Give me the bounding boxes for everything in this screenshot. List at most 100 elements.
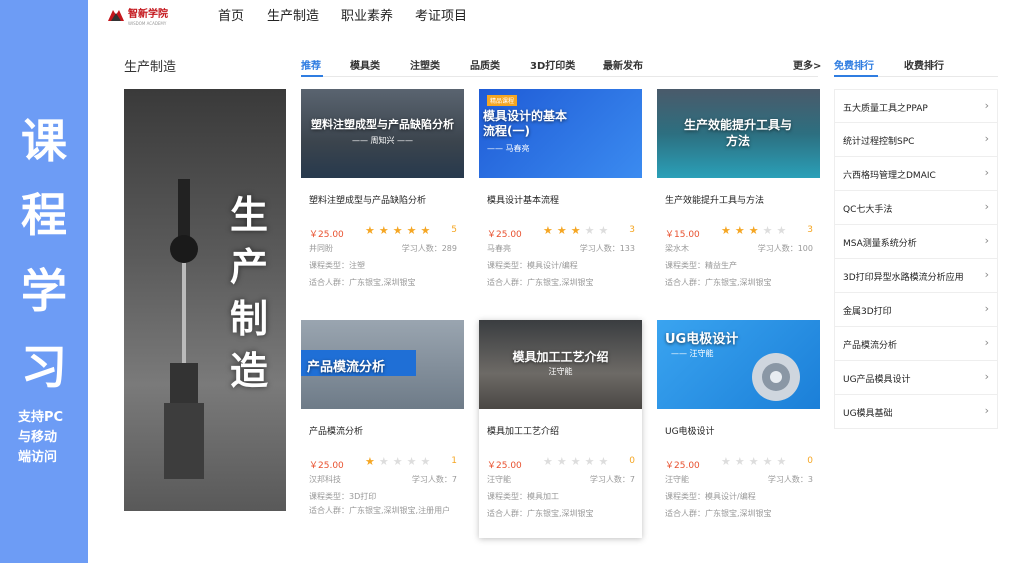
tab-quality[interactable]: 品质类 (470, 57, 500, 72)
course-thumbnail: 模具加工工艺介绍 汪守能 (479, 320, 642, 409)
course-thumbnail: 产品模流分析 (301, 320, 464, 409)
course-type: 课程类型：模具设计/编程 (487, 261, 578, 270)
nav-home[interactable]: 首页 (218, 5, 244, 24)
ranking-item[interactable]: 五大质量工具之PPAP › (834, 89, 998, 123)
teacher-name: 汪守能 (665, 475, 689, 484)
rating-value: 0 (629, 456, 635, 466)
active-rank-indicator (834, 75, 878, 77)
course-type: 课程类型：精益生产 (665, 261, 737, 270)
tab-free-ranking[interactable]: 免费排行 (834, 57, 874, 72)
course-price: ￥15.00 (665, 230, 700, 240)
hero-banner[interactable]: 生 产 制 造 (124, 89, 286, 511)
banner-char: 习 (21, 340, 67, 394)
star-rating: ★★★★★ (721, 224, 791, 237)
ranking-item[interactable]: 3D打印异型水路模流分析应用 › (834, 259, 998, 293)
course-type: 课程类型：模具设计/编程 (665, 492, 756, 501)
course-thumbnail: UG电极设计 —— 汪守能 (657, 320, 820, 409)
course-price: ￥25.00 (487, 461, 522, 471)
course-price: ￥25.00 (487, 230, 522, 240)
hero-text: 生 产 制 造 (229, 193, 268, 393)
teacher-name: 汉邦科技 (309, 475, 341, 484)
nav-certification[interactable]: 考证项目 (415, 5, 467, 24)
star-rating: ★★★★★ (543, 224, 613, 237)
course-name: 模具加工工艺介绍 (487, 427, 560, 437)
ranking-item[interactable]: 统计过程控制SPC › (834, 123, 998, 157)
top-nav: 智新学院 WISDOM ACADEMY 首页 生产制造 职业素养 考证项目 (88, 0, 1024, 30)
course-card[interactable]: UG电极设计 —— 汪守能 UG电极设计 ￥25.00 ★★★★★ 0 汪守能 … (657, 320, 820, 538)
teacher-name: 梁水木 (665, 244, 689, 253)
banner-char: 程 (21, 188, 67, 242)
rating-value: 1 (451, 456, 457, 466)
main-panel: 生产制造 推荐 模具类 注塑类 品质类 3D打印类 最新发布 更多> 免费排行 … (88, 30, 1024, 563)
tab-latest[interactable]: 最新发布 (603, 57, 643, 72)
audience: 适合人群：广东银宝,深圳银宝,注册用户 (309, 506, 451, 515)
course-name: 产品模流分析 (309, 427, 364, 437)
banner-char: 学 (21, 264, 67, 318)
logo-subtext: WISDOM ACADEMY (128, 21, 167, 26)
learner-count: 学习人数：133 (579, 244, 635, 253)
star-rating: ★★★★★ (365, 455, 435, 468)
course-thumbnail: 生产效能提升工具与方法 (657, 89, 820, 178)
course-type: 课程类型：3D打印 (309, 492, 377, 501)
course-type: 课程类型：注塑 (309, 261, 365, 270)
course-type: 课程类型：模具加工 (487, 492, 559, 501)
course-card[interactable]: 精品课程 模具设计的基本流程(一) —— 马春亮 模具设计基本流程 ￥25.00… (479, 89, 642, 307)
chevron-right-icon: › (984, 200, 989, 213)
tab-3d-print[interactable]: 3D打印类 (530, 57, 575, 72)
audience: 适合人群：广东银宝,深圳银宝 (309, 278, 416, 287)
more-link[interactable]: 更多> (793, 57, 821, 72)
audience: 适合人群：广东银宝,深圳银宝 (665, 278, 772, 287)
star-rating: ★★★★★ (543, 455, 613, 468)
logo-text: 智新学院 (128, 9, 168, 20)
course-price: ￥25.00 (309, 461, 344, 471)
ranking-item[interactable]: UG模具基础 › (834, 395, 998, 429)
tab-paid-ranking[interactable]: 收费排行 (904, 57, 944, 72)
rating-value: 3 (629, 225, 635, 235)
learner-count: 学习人数：7 (589, 475, 635, 484)
course-name: 生产效能提升工具与方法 (665, 196, 765, 206)
chevron-right-icon: › (984, 99, 989, 112)
tab-injection[interactable]: 注塑类 (410, 57, 440, 72)
learner-count: 学习人数：289 (401, 244, 457, 253)
course-card[interactable]: 模具加工工艺介绍 汪守能 模具加工工艺介绍 ￥25.00 ★★★★★ 0 汪守能… (479, 320, 642, 538)
ranking-item[interactable]: 产品模流分析 › (834, 327, 998, 361)
banner-char: 课 (21, 114, 67, 168)
chevron-right-icon: › (984, 234, 989, 247)
course-thumbnail: 塑料注塑成型与产品缺陷分析 —— 周知兴 —— (301, 89, 464, 178)
nav-professional[interactable]: 职业素养 (341, 5, 393, 24)
section-title: 生产制造 (124, 60, 177, 75)
course-card[interactable]: 生产效能提升工具与方法 生产效能提升工具与方法 ￥15.00 ★★★★★ 3 梁… (657, 89, 820, 307)
teacher-name: 马春亮 (487, 244, 511, 253)
tab-mold[interactable]: 模具类 (350, 57, 380, 72)
audience: 适合人群：广东银宝,深圳银宝 (665, 509, 772, 518)
side-banner: 课 程 学 习 支持PC 与移动 端访问 (0, 0, 88, 563)
ranking-item[interactable]: MSA测量系统分析 › (834, 225, 998, 259)
chevron-right-icon: › (984, 166, 989, 179)
logo[interactable]: 智新学院 WISDOM ACADEMY (108, 4, 168, 26)
course-thumbnail: 精品课程 模具设计的基本流程(一) —— 马春亮 (479, 89, 642, 178)
audience: 适合人群：广东银宝,深圳银宝 (487, 278, 594, 287)
audience: 适合人群：广东银宝,深圳银宝 (487, 509, 594, 518)
course-card[interactable]: 产品模流分析 产品模流分析 ￥25.00 ★★★★★ 1 汉邦科技 学习人数：7… (301, 320, 464, 538)
course-name: 模具设计基本流程 (487, 196, 560, 206)
nav-manufacturing[interactable]: 生产制造 (267, 5, 319, 24)
star-rating: ★★★★★ (721, 455, 791, 468)
rating-value: 3 (807, 225, 813, 235)
course-price: ￥25.00 (665, 461, 700, 471)
course-name: UG电极设计 (665, 427, 715, 437)
chevron-right-icon: › (984, 268, 989, 281)
ranking-item[interactable]: UG产品模具设计 › (834, 361, 998, 395)
learner-count: 学习人数：100 (757, 244, 813, 253)
learner-count: 学习人数：3 (767, 475, 813, 484)
tab-recommended[interactable]: 推荐 (301, 57, 321, 72)
star-rating: ★★★★★ (365, 224, 435, 237)
machine-illustration (164, 179, 204, 479)
ranking-item[interactable]: 金属3D打印 › (834, 293, 998, 327)
course-card[interactable]: 塑料注塑成型与产品缺陷分析 —— 周知兴 —— 塑料注塑成型与产品缺陷分析 ￥2… (301, 89, 464, 307)
chevron-right-icon: › (984, 336, 989, 349)
ranking-item[interactable]: QC七大手法 › (834, 191, 998, 225)
course-name: 塑料注塑成型与产品缺陷分析 (309, 196, 427, 206)
ranking-item[interactable]: 六西格玛管理之DMAIC › (834, 157, 998, 191)
chevron-right-icon: › (984, 132, 989, 145)
course-price: ￥25.00 (309, 230, 344, 240)
